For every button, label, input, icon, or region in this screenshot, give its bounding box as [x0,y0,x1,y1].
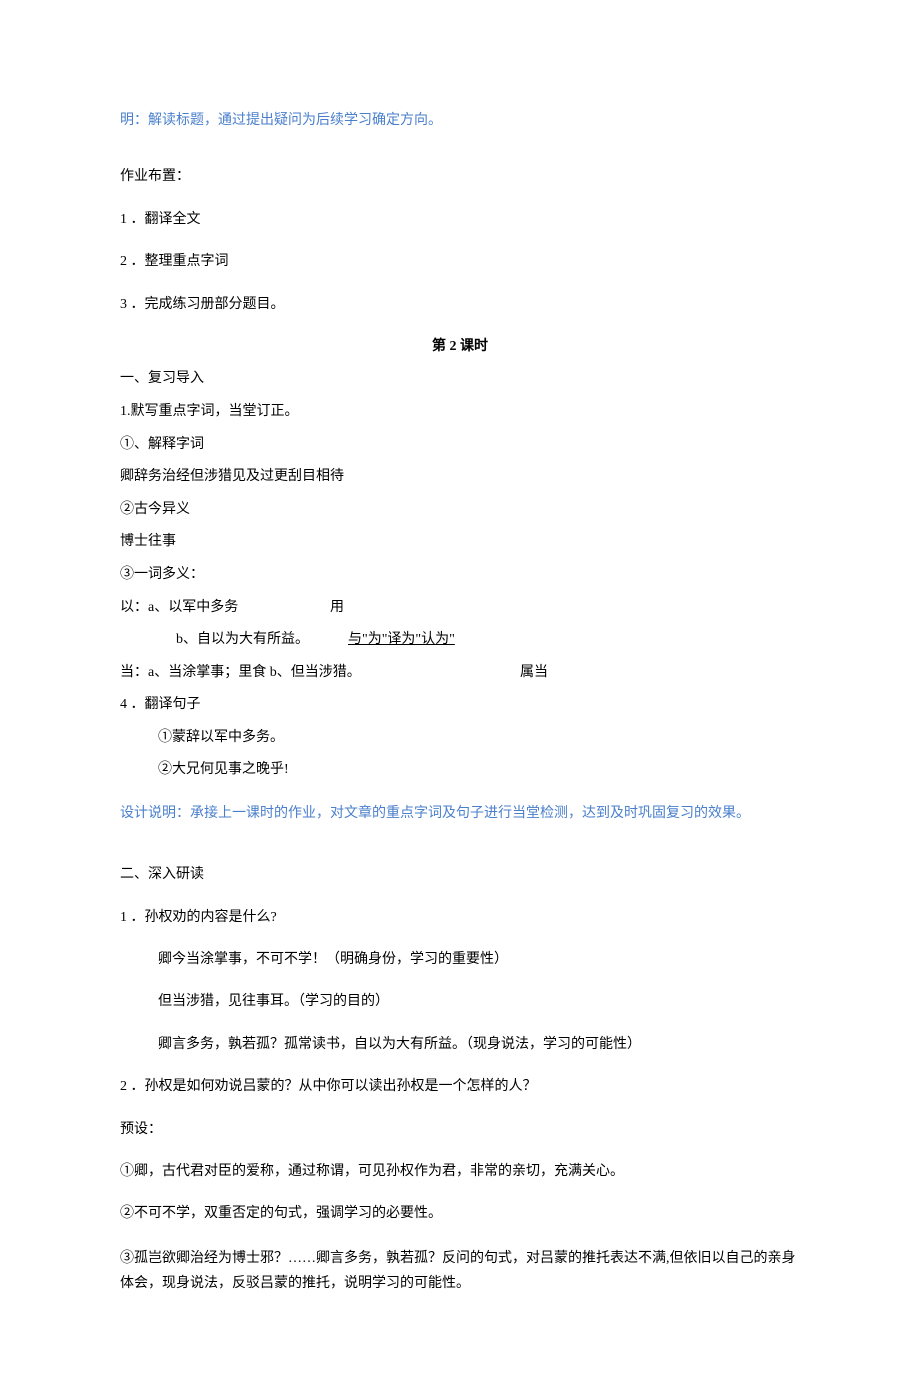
review-line-9: ②大兄何见事之晚乎! [120,757,800,784]
deep-preset: 预设： [120,1119,800,1141]
yi-row-b: b、自以为大有所益。 与"为"译为"认为" [120,627,800,654]
review-line-8: ①蒙辞以军中多务。 [120,725,800,752]
homework-item-3: 3 ．完成练习册部分题目。 [120,294,800,316]
review-line-2: ①、解释字词 [120,432,800,459]
homework-item-1: 1 ．翻译全文 [120,209,800,231]
section-2-heading: 二、深入研读 [120,864,800,886]
deep-p2: ②不可不学，双重否定的句式，强调学习的必要性。 [120,1203,800,1225]
yi-a-left: 以：a、以军中多务 [120,595,330,622]
dang-right: 属当 [520,660,548,687]
dang-left: 当：a、当涂掌事；里食 b、但当涉猎。 [120,660,520,687]
deep-q1: 1 ．孙权劝的内容是什么? [120,907,800,929]
yi-b-right: 与"为"译为"认为" [348,627,455,654]
deep-a1-1: 卿今当涂掌事，不可不学！（明确身份，学习的重要性） [120,949,800,971]
top-note: 明：解读标题，通过提出疑问为后续学习确定方向。 [120,110,800,132]
deep-q2: 2 ．孙权是如何劝说吕蒙的？从中你可以读出孙权是一个怎样的人？ [120,1076,800,1098]
review-line-4: ②古今异义 [120,497,800,524]
dang-row: 当：a、当涂掌事；里食 b、但当涉猎。 属当 [120,660,800,687]
homework-heading: 作业布置： [120,166,800,188]
yi-row-a: 以：a、以军中多务 用 [120,595,800,622]
review-line-5: 博士往事 [120,529,800,556]
deep-a1-3: 卿言多务，孰若孤？孤常读书，自以为大有所益。（现身说法，学习的可能性） [120,1034,800,1056]
homework-item-2: 2 ．整理重点字词 [120,251,800,273]
yi-b-left: b、自以为大有所益。 [176,627,348,654]
review-line-1: 1.默写重点字词，当堂订正。 [120,399,800,426]
review-line-7: 4 ．翻译句子 [120,692,800,719]
deep-p1: ①卿，古代君对臣的爱称，通过称谓，可见孙权作为君，非常的亲切，充满关心。 [120,1161,800,1183]
deep-p3: ③孤岂欲卿治经为博士邪？……卿言多务，孰若孤？反问的句式，对吕蒙的推托表达不满,… [120,1246,800,1296]
lesson-title: 第 2 课时 [120,336,800,358]
section-1-heading: 一、复习导入 [120,366,800,393]
deep-a1-2: 但当涉猎，见往事耳。（学习的目的） [120,991,800,1013]
design-note: 设计说明：承接上一课时的作业，对文章的重点字词及句子进行当堂检测，达到及时巩固复… [120,798,800,830]
review-line-3: 卿辞务治经但涉猎见及过更刮目相待 [120,464,800,491]
review-line-6: ③一词多义： [120,562,800,589]
yi-a-right: 用 [330,595,344,622]
